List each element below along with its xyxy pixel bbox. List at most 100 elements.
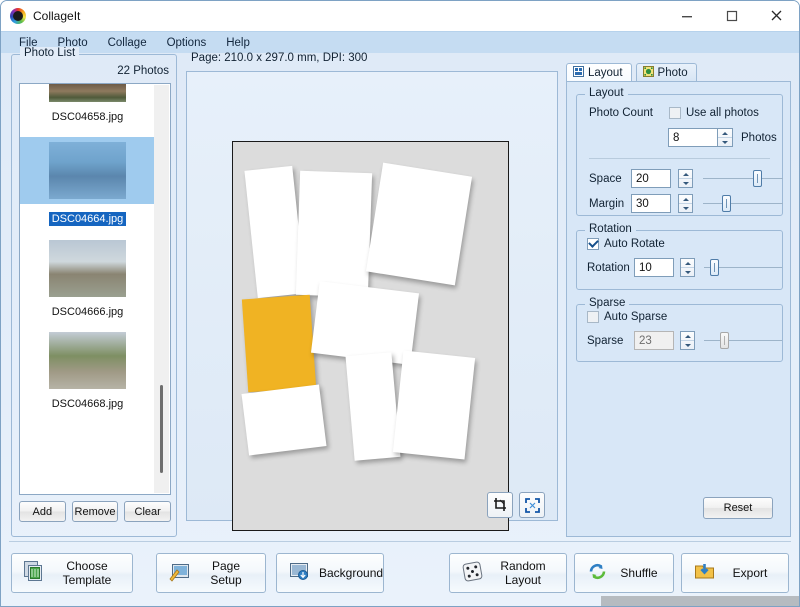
background-button[interactable]: Background bbox=[276, 553, 384, 593]
sparse-group: Sparse Auto Sparse Sparse 23 bbox=[576, 297, 783, 362]
menu-item-options[interactable]: Options bbox=[157, 35, 217, 51]
stepper-down[interactable] bbox=[681, 341, 694, 349]
photo-list-items: DSC04658.jpg DSC04664.jpg DSC04666.jpg D… bbox=[20, 84, 155, 424]
shuffle-button[interactable]: Shuffle bbox=[574, 553, 674, 593]
stepper-up[interactable] bbox=[681, 259, 694, 268]
dice-icon bbox=[462, 561, 483, 585]
choose-template-button[interactable]: Choose Template bbox=[11, 553, 133, 593]
photo-thumbnail bbox=[49, 332, 126, 389]
auto-rotate-checkbox[interactable] bbox=[587, 238, 599, 250]
background-label: Background bbox=[319, 566, 384, 580]
layout-group-title: Layout bbox=[585, 87, 628, 99]
stepper-up[interactable] bbox=[679, 170, 692, 179]
auto-sparse-checkbox[interactable] bbox=[587, 311, 599, 323]
collage-photo[interactable] bbox=[392, 350, 476, 460]
margin-label: Margin bbox=[589, 197, 625, 210]
page-setup-button[interactable]: Page Setup bbox=[156, 553, 266, 593]
stepper-down[interactable] bbox=[718, 138, 732, 146]
sparse-label: Sparse bbox=[587, 334, 624, 347]
photo-count-label: 22 Photos bbox=[117, 65, 169, 77]
photo-icon bbox=[642, 66, 654, 80]
sparse-input[interactable]: 23 bbox=[634, 331, 674, 350]
window-controls bbox=[664, 1, 799, 31]
list-item[interactable]: DSC04664.jpg bbox=[20, 137, 155, 240]
page-setup-icon bbox=[169, 561, 190, 585]
tab-layout-label: Layout bbox=[588, 67, 623, 79]
photo-list-buttons: Add Remove Clear bbox=[19, 501, 172, 522]
photo-count-input[interactable]: 8 bbox=[668, 128, 718, 147]
menu-item-collage[interactable]: Collage bbox=[98, 35, 157, 51]
collage-photo[interactable] bbox=[365, 162, 473, 286]
sparse-slider[interactable] bbox=[704, 331, 782, 350]
stepper-up[interactable] bbox=[718, 129, 732, 138]
collage-photo-selected[interactable] bbox=[241, 294, 317, 393]
stepper-up[interactable] bbox=[679, 195, 692, 204]
menu-item-help[interactable]: Help bbox=[216, 35, 260, 51]
tab-photo-label: Photo bbox=[657, 67, 688, 79]
choose-template-label: Choose Template bbox=[62, 559, 112, 587]
stepper-down[interactable] bbox=[681, 268, 694, 276]
rotation-slider[interactable] bbox=[704, 258, 782, 277]
stepper-down[interactable] bbox=[679, 179, 692, 187]
photo-filename: DSC04668.jpg bbox=[51, 398, 124, 410]
maximize-button[interactable] bbox=[709, 1, 754, 30]
rotation-input[interactable]: 10 bbox=[634, 258, 674, 277]
random-layout-button[interactable]: Random Layout bbox=[449, 553, 567, 593]
photo-thumbnail bbox=[49, 240, 126, 297]
collage-photo[interactable] bbox=[241, 384, 327, 456]
scrollbar-thumb[interactable] bbox=[160, 385, 163, 473]
use-all-photos-checkbox[interactable] bbox=[669, 107, 681, 119]
collage-page[interactable] bbox=[232, 141, 509, 531]
margin-slider[interactable] bbox=[703, 194, 783, 213]
layout-group: Layout Photo Count Use all photos 8 Phot… bbox=[576, 87, 783, 216]
auto-sparse-label: Auto Sparse bbox=[604, 311, 668, 323]
fit-page-icon[interactable] bbox=[519, 492, 545, 518]
template-icon bbox=[24, 561, 45, 585]
menu-bar: File Photo Collage Options Help bbox=[1, 31, 799, 53]
tab-photo[interactable]: Photo bbox=[635, 63, 697, 82]
reset-button[interactable]: Reset bbox=[703, 497, 773, 519]
add-button[interactable]: Add bbox=[19, 501, 66, 522]
export-button[interactable]: Export bbox=[681, 553, 789, 593]
list-item[interactable]: DSC04666.jpg bbox=[20, 240, 155, 332]
space-slider[interactable] bbox=[703, 169, 783, 188]
remove-button[interactable]: Remove bbox=[71, 501, 119, 522]
shuffle-icon bbox=[587, 561, 608, 585]
page-info-label: Page: 210.0 x 297.0 mm, DPI: 300 bbox=[191, 52, 368, 64]
photo-list-scrollbar[interactable] bbox=[154, 85, 169, 493]
export-icon bbox=[694, 561, 715, 585]
margin-stepper[interactable] bbox=[678, 194, 693, 213]
app-window: CollageIt File Photo Collage Options Hel… bbox=[0, 0, 800, 607]
close-button[interactable] bbox=[754, 1, 799, 30]
photo-thumbnail bbox=[49, 142, 126, 199]
list-item[interactable]: DSC04658.jpg bbox=[20, 84, 155, 137]
collage-photo[interactable] bbox=[295, 170, 373, 298]
photo-list-box[interactable]: DSC04658.jpg DSC04664.jpg DSC04666.jpg D… bbox=[19, 83, 171, 495]
minimize-button[interactable] bbox=[664, 1, 709, 30]
space-stepper[interactable] bbox=[678, 169, 693, 188]
rotation-label: Rotation bbox=[587, 261, 630, 274]
stepper-up[interactable] bbox=[681, 332, 694, 341]
photo-selection-highlight bbox=[20, 137, 155, 204]
clear-button[interactable]: Clear bbox=[124, 501, 172, 522]
photo-filename: DSC04666.jpg bbox=[51, 306, 124, 318]
space-input[interactable]: 20 bbox=[631, 169, 671, 188]
use-all-photos-label: Use all photos bbox=[686, 107, 759, 119]
list-item[interactable]: DSC04668.jpg bbox=[20, 332, 155, 424]
sparse-stepper[interactable] bbox=[680, 331, 695, 350]
stepper-down[interactable] bbox=[679, 204, 692, 212]
photo-list-title: Photo List bbox=[20, 47, 80, 59]
rotation-stepper[interactable] bbox=[680, 258, 695, 277]
photo-list-group: Photo List 22 Photos DSC04658.jpg DSC046… bbox=[11, 47, 177, 537]
collage-photo[interactable] bbox=[345, 352, 401, 461]
tab-layout[interactable]: Layout bbox=[566, 63, 632, 82]
photos-suffix-label: Photos bbox=[741, 131, 777, 144]
photo-filename: DSC04658.jpg bbox=[51, 111, 124, 123]
collage-canvas-panel[interactable] bbox=[186, 71, 558, 531]
photo-count-stepper[interactable] bbox=[718, 128, 733, 147]
background-icon bbox=[289, 561, 310, 585]
margin-input[interactable]: 30 bbox=[631, 194, 671, 213]
main-content: Photo List 22 Photos DSC04658.jpg DSC046… bbox=[1, 47, 799, 606]
random-layout-label: Random Layout bbox=[500, 559, 546, 587]
crop-icon[interactable] bbox=[487, 492, 513, 518]
